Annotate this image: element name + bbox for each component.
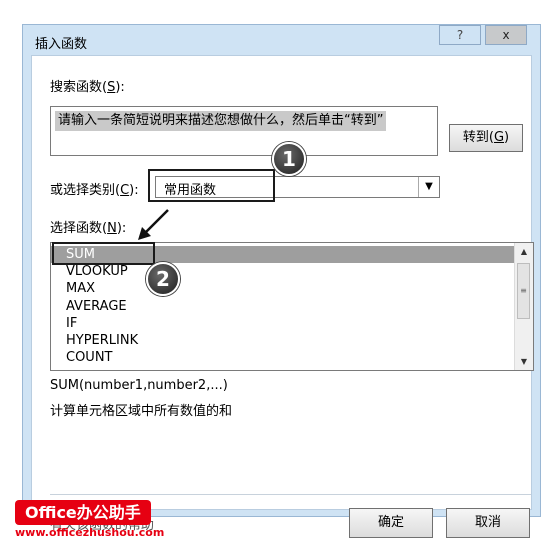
scroll-up-icon[interactable]: ▲ [515, 243, 533, 260]
scroll-down-icon[interactable]: ▼ [515, 353, 533, 370]
pointer-arrow-icon [138, 209, 169, 240]
dropdown-arrow-icon[interactable]: ▼ [418, 177, 439, 197]
scrollbar-thumb[interactable]: ≡ [517, 263, 530, 319]
close-button[interactable]: x [485, 25, 527, 45]
watermark-logo: Office办公助手 [15, 500, 151, 525]
function-item-if[interactable]: IF [51, 315, 514, 332]
function-description: 计算单元格区域中所有数值的和 [50, 404, 233, 419]
function-item-vlookup[interactable]: VLOOKUP [51, 263, 514, 280]
callout-box-category [148, 169, 275, 202]
insert-function-dialog: 插入函数 ? x 搜索函数(S): 请输入一条简短说明来描述您想做什么，然后单击… [22, 24, 541, 538]
function-item-average[interactable]: AVERAGE [51, 298, 514, 315]
dialog-titlebar[interactable]: 插入函数 ? x [23, 25, 540, 55]
category-label: 或选择类别(C): [50, 183, 139, 198]
function-list-scrollbar[interactable]: ▲ ≡ ▼ [514, 243, 533, 370]
callout-badge-2: 2 [146, 262, 180, 296]
goto-button[interactable]: 转到(G) [449, 124, 523, 152]
help-button[interactable]: ? [439, 25, 481, 45]
ok-button[interactable]: 确定 [349, 508, 433, 538]
search-input-text: 请输入一条简短说明来描述您想做什么，然后单击“转到” [55, 111, 387, 131]
function-syntax: SUM(number1,number2,...) [50, 378, 228, 393]
callout-badge-1: 1 [272, 142, 306, 176]
dialog-title: 插入函数 [35, 37, 88, 52]
function-item-count[interactable]: COUNT [51, 349, 514, 366]
function-item-hyperlink[interactable]: HYPERLINK [51, 332, 514, 349]
cancel-button[interactable]: 取消 [446, 508, 530, 538]
function-item-max[interactable]: MAX [51, 280, 514, 297]
dialog-body: 搜索函数(S): 请输入一条简短说明来描述您想做什么，然后单击“转到” 转到(G… [31, 55, 534, 538]
footer-divider [50, 494, 531, 495]
search-label: 搜索函数(S): [50, 80, 125, 95]
function-list-label: 选择函数(N): [50, 221, 127, 236]
watermark-url: www.officezhushou.com [15, 526, 165, 539]
callout-box-sum [52, 242, 155, 265]
search-input[interactable]: 请输入一条简短说明来描述您想做什么，然后单击“转到” [50, 106, 438, 156]
